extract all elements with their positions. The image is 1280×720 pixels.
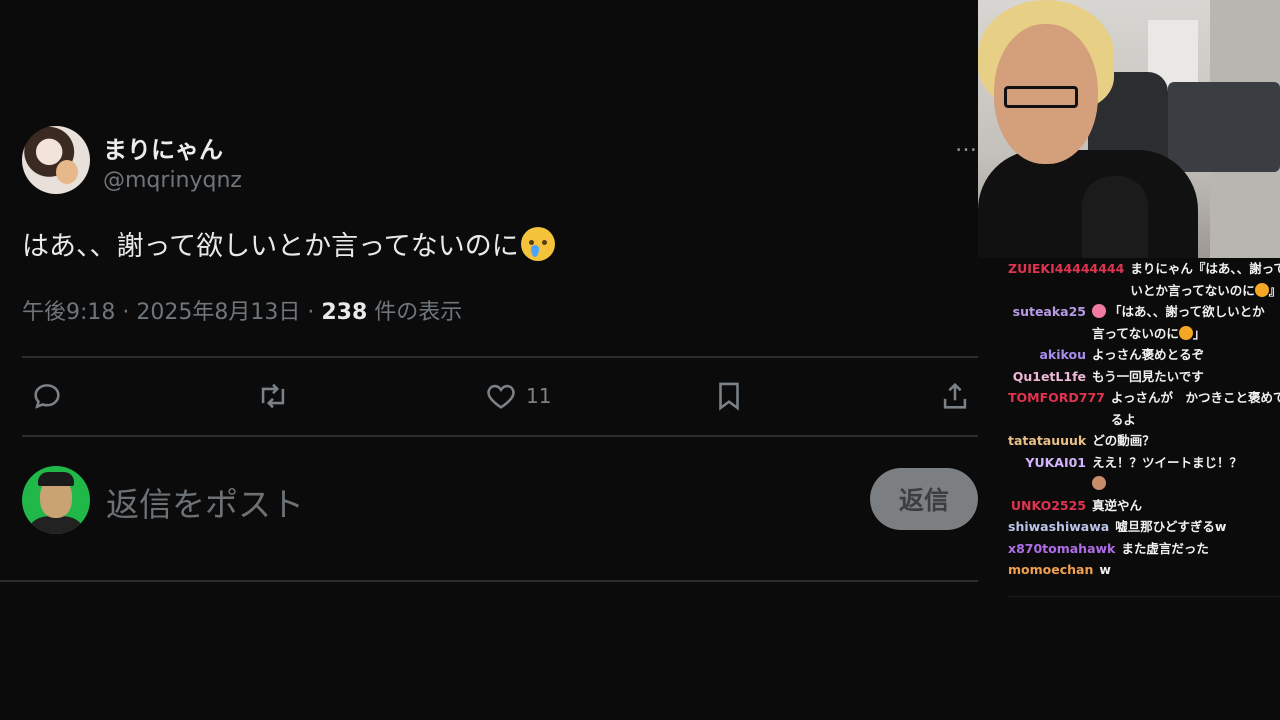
chat-text: また虚言だった	[1121, 538, 1280, 560]
chat-emote-icon	[1092, 304, 1106, 318]
like-count: 11	[526, 384, 552, 408]
heart-icon	[487, 384, 515, 409]
chat-message-tail: 』	[1268, 282, 1280, 298]
chat-message-body: 嘘旦那ひどすぎるw	[1115, 519, 1227, 534]
views-count: 238	[321, 300, 368, 325]
share-icon	[943, 382, 967, 409]
tweet-text: はあ、、謝って欲しいとか言ってないのに	[22, 224, 555, 263]
chat-message: UNKO2525 真逆やん	[1008, 495, 1280, 517]
divider	[22, 356, 978, 358]
chat-message-body: また虚言だった	[1121, 540, 1209, 556]
bookmark-button[interactable]	[712, 374, 746, 418]
webcam-feed	[978, 0, 1280, 258]
chat-message: akikou よっさん褒めとるぞ	[1008, 344, 1280, 366]
reply-submit-button[interactable]: 返信	[870, 468, 978, 530]
chat-message: TOMFORD777 よっさんが かつきこと褒めてるよ	[1008, 387, 1280, 430]
chat-text: 「はあ、、謝って欲しいとか言ってないのに」	[1092, 301, 1276, 344]
chat-username[interactable]: ZUIEKI44444444	[1008, 258, 1130, 301]
crying-face-icon	[520, 227, 555, 261]
chat-username[interactable]: suteaka25	[1008, 301, 1092, 344]
reply-button[interactable]	[30, 374, 64, 418]
tweet-timestamp[interactable]: 午後9:18 · 2025年8月13日 ·	[22, 300, 321, 325]
chat-message-body: よっさんが かつきこと褒めてるよ	[1110, 390, 1280, 427]
chat-message: x870tomahawk また虚言だった	[1008, 538, 1280, 560]
author-handle[interactable]: @mqrinyqnz	[103, 168, 242, 193]
author-avatar[interactable]	[22, 126, 90, 194]
chat-text: まりにゃん『はあ、、謝って欲しいとか言ってないのに』	[1130, 258, 1280, 301]
chat-message: tatatauuuk どの動画？	[1008, 430, 1280, 452]
retweet-button[interactable]	[256, 374, 290, 418]
tweet-body: はあ、、謝って欲しいとか言ってないのに	[22, 231, 519, 262]
bookmark-icon	[719, 382, 739, 411]
chat-username[interactable]: TOMFORD777	[1008, 387, 1111, 430]
chat-username[interactable]: x870tomahawk	[1008, 538, 1121, 560]
chat-username[interactable]: shiwashiwawa	[1008, 516, 1115, 538]
chat-message: momoechan w	[1008, 559, 1280, 581]
views-label: 件の表示	[367, 300, 463, 325]
chat-username[interactable]: YUKAI01	[1008, 452, 1092, 495]
chat-message-body: もう一回見たいです	[1092, 368, 1204, 384]
chat-username[interactable]: tatatauuuk	[1008, 430, 1092, 452]
chat-message-body: ええ！？ツイートまじ！？	[1092, 454, 1243, 470]
share-button[interactable]	[938, 374, 972, 418]
author-display-name[interactable]: まりにゃん	[103, 130, 223, 165]
like-button[interactable]: 11	[484, 374, 551, 418]
divider	[22, 435, 978, 437]
tweet-meta: 午後9:18 · 2025年8月13日 · 238 件の表示	[22, 294, 462, 326]
chat-username[interactable]: momoechan	[1008, 559, 1099, 581]
chat-username[interactable]: Qu1etL1fe	[1008, 366, 1092, 388]
chat-text: 嘘旦那ひどすぎるw	[1115, 516, 1280, 538]
chat-text: もう一回見たいです	[1092, 366, 1276, 388]
chat-text: どの動画？	[1092, 430, 1276, 452]
chat-message-body: どの動画？	[1092, 433, 1155, 448]
chat-message-tail: 」	[1192, 325, 1206, 341]
tweet-header: まりにゃん @mqrinyqnz …	[22, 126, 978, 196]
retweet-icon	[261, 383, 285, 409]
chat-emote-icon	[1254, 282, 1269, 297]
divider	[1008, 596, 1280, 597]
tweet-actions: 11	[22, 374, 978, 418]
divider	[0, 580, 978, 582]
chat-text: よっさんが かつきこと褒めてるよ	[1111, 387, 1280, 430]
chat-message: Qu1etL1fe もう一回見たいです	[1008, 366, 1280, 388]
chat-message: ZUIEKI44444444まりにゃん『はあ、、謝って欲しいとか言ってないのに』	[1008, 258, 1280, 301]
chat-emote-icon	[1092, 476, 1106, 490]
live-chat: ZUIEKI44444444まりにゃん『はあ、、謝って欲しいとか言ってないのに』…	[1008, 258, 1280, 600]
chat-text: よっさん褒めとるぞ	[1092, 344, 1276, 366]
chat-text: 真逆やん	[1092, 495, 1276, 517]
chat-username[interactable]: akikou	[1008, 344, 1092, 366]
chat-message-body: 真逆やん	[1092, 497, 1143, 513]
chat-message: suteaka25 「はあ、、謝って欲しいとか言ってないのに」	[1008, 301, 1280, 344]
chat-text: ええ！？ツイートまじ！？	[1092, 452, 1276, 495]
chat-message: YUKAI01 ええ！？ツイートまじ！？	[1008, 452, 1280, 495]
chat-username[interactable]: UNKO2525	[1008, 495, 1092, 517]
tweet-panel: まりにゃん @mqrinyqnz … はあ、、謝って欲しいとか言ってないのに 午…	[0, 0, 978, 720]
chat-emote-icon	[1178, 325, 1193, 340]
reply-icon	[34, 384, 60, 409]
reply-composer: 返信をポスト 返信	[22, 466, 978, 536]
chat-text: w	[1099, 559, 1280, 581]
reply-input[interactable]: 返信をポスト	[106, 478, 304, 526]
chat-message-body: よっさん褒めとるぞ	[1092, 347, 1205, 362]
user-avatar[interactable]	[22, 466, 90, 534]
chat-message: shiwashiwawa 嘘旦那ひどすぎるw	[1008, 516, 1280, 538]
more-options-icon[interactable]: …	[955, 132, 978, 157]
chat-message-body: w	[1099, 562, 1111, 577]
